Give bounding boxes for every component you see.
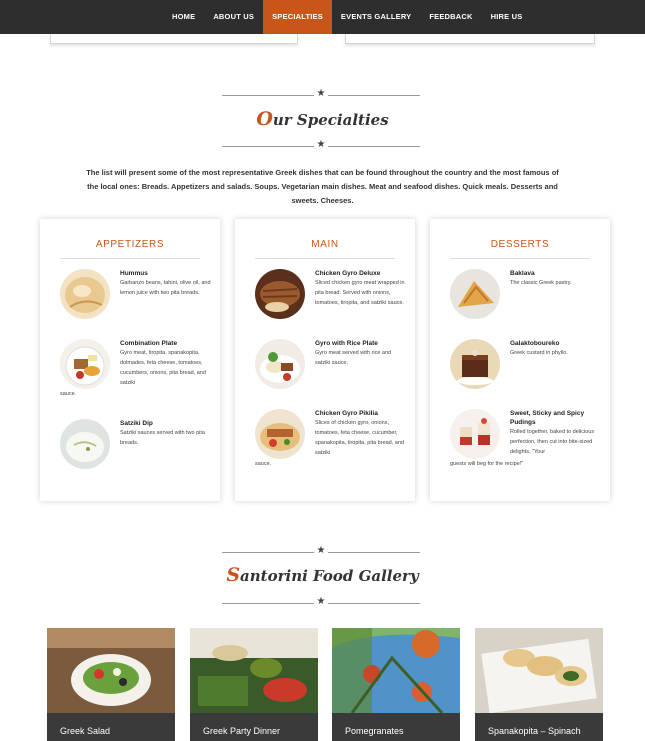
baklava-image [450, 269, 500, 319]
gallery-caption: Spanakopita – Spinach [475, 713, 603, 741]
chicken-gyro-deluxe-image [255, 269, 305, 319]
gallery-ornament-top: ★ [222, 545, 420, 557]
nav-item-home[interactable]: HOME [163, 0, 204, 34]
dish-name: Hummus [120, 270, 148, 277]
title-initial: S [226, 564, 241, 586]
nav-item-specialties[interactable]: SPECIALTIES [263, 0, 332, 34]
title-text: ur Specialties [272, 111, 389, 129]
dish-description: Rolled together, baked to delicious perf… [510, 429, 595, 455]
dish-description: Slices of chicken gyro, onions, tomatoes… [315, 420, 404, 456]
dish-name: Combination Plate [120, 340, 178, 347]
dish-name: Sweet, Sticky and Spicy Pudings [510, 410, 585, 426]
dish-name: Satziki Dip [120, 420, 153, 427]
dish-description: Sliced chicken gyro meat wrapped in pita… [315, 280, 405, 306]
dish-name: Chicken Gyro Pikilia [315, 410, 378, 417]
gallery-caption: Greek Salad [47, 713, 175, 741]
gallery-item-greek-party-dinner[interactable]: Greek Party Dinner [190, 628, 318, 741]
dish-name: Chicken Gyro Deluxe [315, 270, 381, 277]
gallery-caption: Greek Party Dinner [190, 713, 318, 741]
title-initial: O [256, 108, 273, 130]
star-icon: ★ [316, 88, 326, 99]
dish-description: Greek custard in phyllo. [510, 350, 568, 356]
dish-name: Baklava [510, 270, 535, 277]
puddings-image [450, 409, 500, 459]
star-icon: ★ [316, 139, 326, 150]
dish-description: The classic Greek pastry. [510, 280, 572, 286]
satziki-dip-image [60, 419, 110, 469]
menu-card-desserts: DESSERTS Baklava The classic Greek pastr… [430, 219, 610, 501]
star-icon: ★ [316, 545, 326, 556]
greek-salad-photo [47, 628, 175, 713]
galaktoboureko-image [450, 339, 500, 389]
menu-card-main: MAIN Chicken Gyro Deluxe Sliced chicken … [235, 219, 415, 501]
card-title: DESSERTS [450, 239, 590, 259]
gallery-caption: Pomegranates [332, 713, 460, 741]
gyro-rice-plate-image [255, 339, 305, 389]
nav-item-events-gallery[interactable]: EVENTS GALLERY [332, 0, 420, 34]
heading-ornament-bottom: ★ [222, 139, 420, 151]
dish-description: Satziki sauces served with two pita brea… [120, 430, 205, 446]
dish-name: Gyro with Rice Plate [315, 340, 378, 347]
paper-decoration-left [50, 34, 298, 44]
dish-description-tail: sauce. [255, 461, 272, 467]
specialties-intro: The list will present some of the most r… [86, 168, 559, 205]
chicken-gyro-pikilia-image [255, 409, 305, 459]
paper-decoration-right [345, 34, 595, 44]
pomegranates-photo [332, 628, 460, 713]
nav-item-hire-us[interactable]: HIRE US [482, 0, 532, 34]
card-title: APPETIZERS [60, 239, 200, 259]
top-nav: HOME ABOUT US SPECIALTIES EVENTS GALLERY… [0, 0, 645, 34]
greek-party-dinner-photo [190, 628, 318, 713]
card-title: MAIN [255, 239, 395, 259]
nav-item-about-us[interactable]: ABOUT US [204, 0, 263, 34]
gallery-item-pomegranates[interactable]: Pomegranates [332, 628, 460, 741]
gallery-item-spanakopita[interactable]: Spanakopita – Spinach [475, 628, 603, 741]
dish-description: Gyro meat served with rice and satziki s… [315, 350, 392, 366]
gallery-title: Santorini Food Gallery [0, 564, 645, 586]
spanakopita-photo [475, 628, 603, 713]
combination-plate-image [60, 339, 110, 389]
star-icon: ★ [316, 596, 326, 607]
heading-ornament-top: ★ [222, 88, 420, 100]
dish-description-tail: guests will beg for the recipe!" [450, 461, 524, 467]
gallery-ornament-bottom: ★ [222, 596, 420, 608]
dish-description: Gyro meat, tiropita, spanakopita, dolmad… [120, 350, 206, 386]
dish-description-tail: sauce. [60, 391, 77, 397]
specialties-title: Our Specialties [0, 108, 645, 130]
title-text: antorini Food Gallery [240, 567, 419, 585]
menu-card-appetizers: APPETIZERS Hummus Garbanzo beans, tahini… [40, 219, 220, 501]
hummus-image [60, 269, 110, 319]
gallery-item-greek-salad[interactable]: Greek Salad [47, 628, 175, 741]
nav-item-feedback[interactable]: FEEDBACK [420, 0, 481, 34]
dish-description: Garbanzo beans, tahini, olive oil, and l… [120, 280, 211, 296]
dish-name: Galaktoboureko [510, 340, 560, 347]
nav-menu: HOME ABOUT US SPECIALTIES EVENTS GALLERY… [163, 0, 531, 34]
